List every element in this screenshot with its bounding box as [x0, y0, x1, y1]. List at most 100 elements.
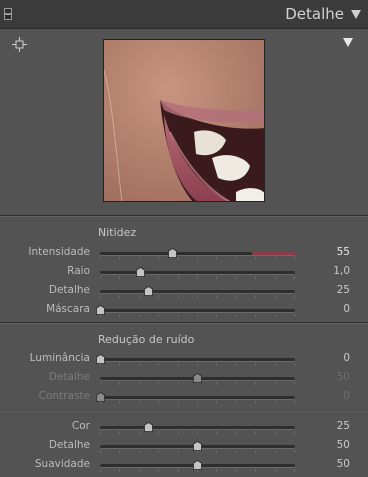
slider-tick: [255, 257, 257, 260]
slider-tick: [197, 257, 198, 260]
slider-tick: [235, 257, 237, 260]
slider-tick: [177, 295, 179, 298]
slider-row-contraste: Contraste 0: [0, 388, 368, 406]
slider-thumb[interactable]: [95, 392, 105, 402]
slider-track[interactable]: [100, 271, 295, 275]
slider-row-suavidade: Suavidade 50: [0, 456, 368, 474]
slider-tick: [235, 314, 237, 317]
slider-tick: [138, 401, 140, 404]
slider-label: Raio: [67, 265, 90, 277]
slider-tick: [255, 314, 257, 317]
slider-thumb[interactable]: [193, 460, 202, 470]
slider-tick: [138, 382, 140, 385]
slider-tick: [294, 450, 295, 453]
slider-row-mascara: Máscara 0: [0, 301, 368, 319]
slider-row-raio: Raio 1,0: [0, 263, 368, 281]
slider-tick: [119, 257, 121, 260]
slider-thumb[interactable]: [144, 422, 154, 432]
slider-tick: [255, 276, 257, 279]
slider-tick: [119, 431, 121, 434]
slider-tick: [158, 401, 160, 404]
slider-ticks: [100, 276, 295, 280]
slider-tick: [255, 363, 257, 366]
slider-row-detalhe: Detalhe 50: [0, 437, 368, 455]
panel-title: Detalhe: [285, 5, 344, 23]
slider-track[interactable]: [100, 358, 295, 362]
slider-tick: [158, 450, 160, 453]
section-divider-highlight: [0, 323, 368, 324]
slider-track[interactable]: [100, 396, 295, 400]
target-adjustment-icon[interactable]: [12, 37, 27, 52]
slider-tick: [216, 276, 218, 279]
slider-tick: [255, 382, 257, 385]
panel-toggle-icon[interactable]: [4, 8, 12, 20]
slider-value[interactable]: 0: [343, 390, 350, 402]
slider-thumb[interactable]: [136, 267, 146, 277]
slider-tick: [274, 469, 276, 472]
slider-tick: [158, 314, 160, 317]
slider-ticks: [100, 401, 295, 405]
slider-tick: [138, 314, 140, 317]
preview-toggle-triangle-icon[interactable]: [343, 38, 353, 47]
slider-track[interactable]: [100, 290, 295, 294]
slider-tick: [119, 295, 121, 298]
slider-track-fill: [252, 252, 295, 255]
slider-tick: [158, 382, 160, 385]
slider-value[interactable]: 25: [337, 284, 350, 296]
slider-tick: [197, 276, 198, 279]
slider-tick: [197, 401, 198, 404]
slider-tick: [177, 314, 179, 317]
slider-tick: [274, 257, 276, 260]
slider-track[interactable]: [100, 252, 295, 256]
slider-tick: [119, 363, 121, 366]
slider-thumb[interactable]: [167, 248, 177, 258]
subsection-divider-highlight: [0, 411, 368, 412]
slider-tick: [158, 295, 160, 298]
slider-thumb[interactable]: [144, 286, 154, 296]
collapse-triangle-icon[interactable]: [351, 10, 361, 19]
slider-tick: [216, 469, 218, 472]
slider-value[interactable]: 0: [343, 352, 350, 364]
slider-row-intensidade: Intensidade 55: [0, 244, 368, 262]
slider-tick: [100, 469, 101, 472]
slider-thumb[interactable]: [193, 441, 202, 451]
detail-preview-image[interactable]: [103, 39, 265, 202]
slider-tick: [294, 401, 295, 404]
slider-thumb[interactable]: [95, 305, 105, 315]
slider-tick: [235, 295, 237, 298]
slider-tick: [216, 382, 218, 385]
slider-thumb[interactable]: [95, 354, 105, 364]
slider-value[interactable]: 50: [337, 458, 350, 470]
slider-tick: [216, 363, 218, 366]
slider-tick: [138, 469, 140, 472]
slider-value[interactable]: 55: [337, 246, 350, 258]
slider-value[interactable]: 1,0: [333, 265, 350, 277]
slider-tick: [177, 382, 179, 385]
slider-value[interactable]: 0: [343, 303, 350, 315]
slider-value[interactable]: 50: [337, 439, 350, 451]
sharpening-title: Nitidez: [98, 226, 137, 239]
slider-tick: [100, 276, 101, 279]
slider-track[interactable]: [100, 426, 295, 430]
slider-tick: [119, 469, 121, 472]
slider-tick: [235, 276, 237, 279]
panel-header[interactable]: Detalhe: [0, 0, 368, 29]
slider-ticks: [100, 295, 295, 299]
slider-tick: [294, 276, 295, 279]
slider-value[interactable]: 50: [337, 371, 350, 383]
slider-tick: [158, 431, 160, 434]
slider-tick: [138, 295, 140, 298]
section-divider-highlight: [0, 216, 368, 217]
slider-tick: [177, 469, 179, 472]
slider-tick: [294, 469, 295, 472]
slider-tick: [294, 257, 295, 260]
slider-thumb[interactable]: [193, 373, 202, 383]
slider-row-cor: Cor 25: [0, 418, 368, 436]
slider-tick: [235, 401, 237, 404]
slider-tick: [274, 450, 276, 453]
slider-track[interactable]: [100, 309, 295, 313]
slider-value[interactable]: 25: [337, 420, 350, 432]
slider-tick: [100, 257, 101, 260]
slider-tick: [294, 382, 295, 385]
slider-row-detalhe: Detalhe 50: [0, 369, 368, 387]
